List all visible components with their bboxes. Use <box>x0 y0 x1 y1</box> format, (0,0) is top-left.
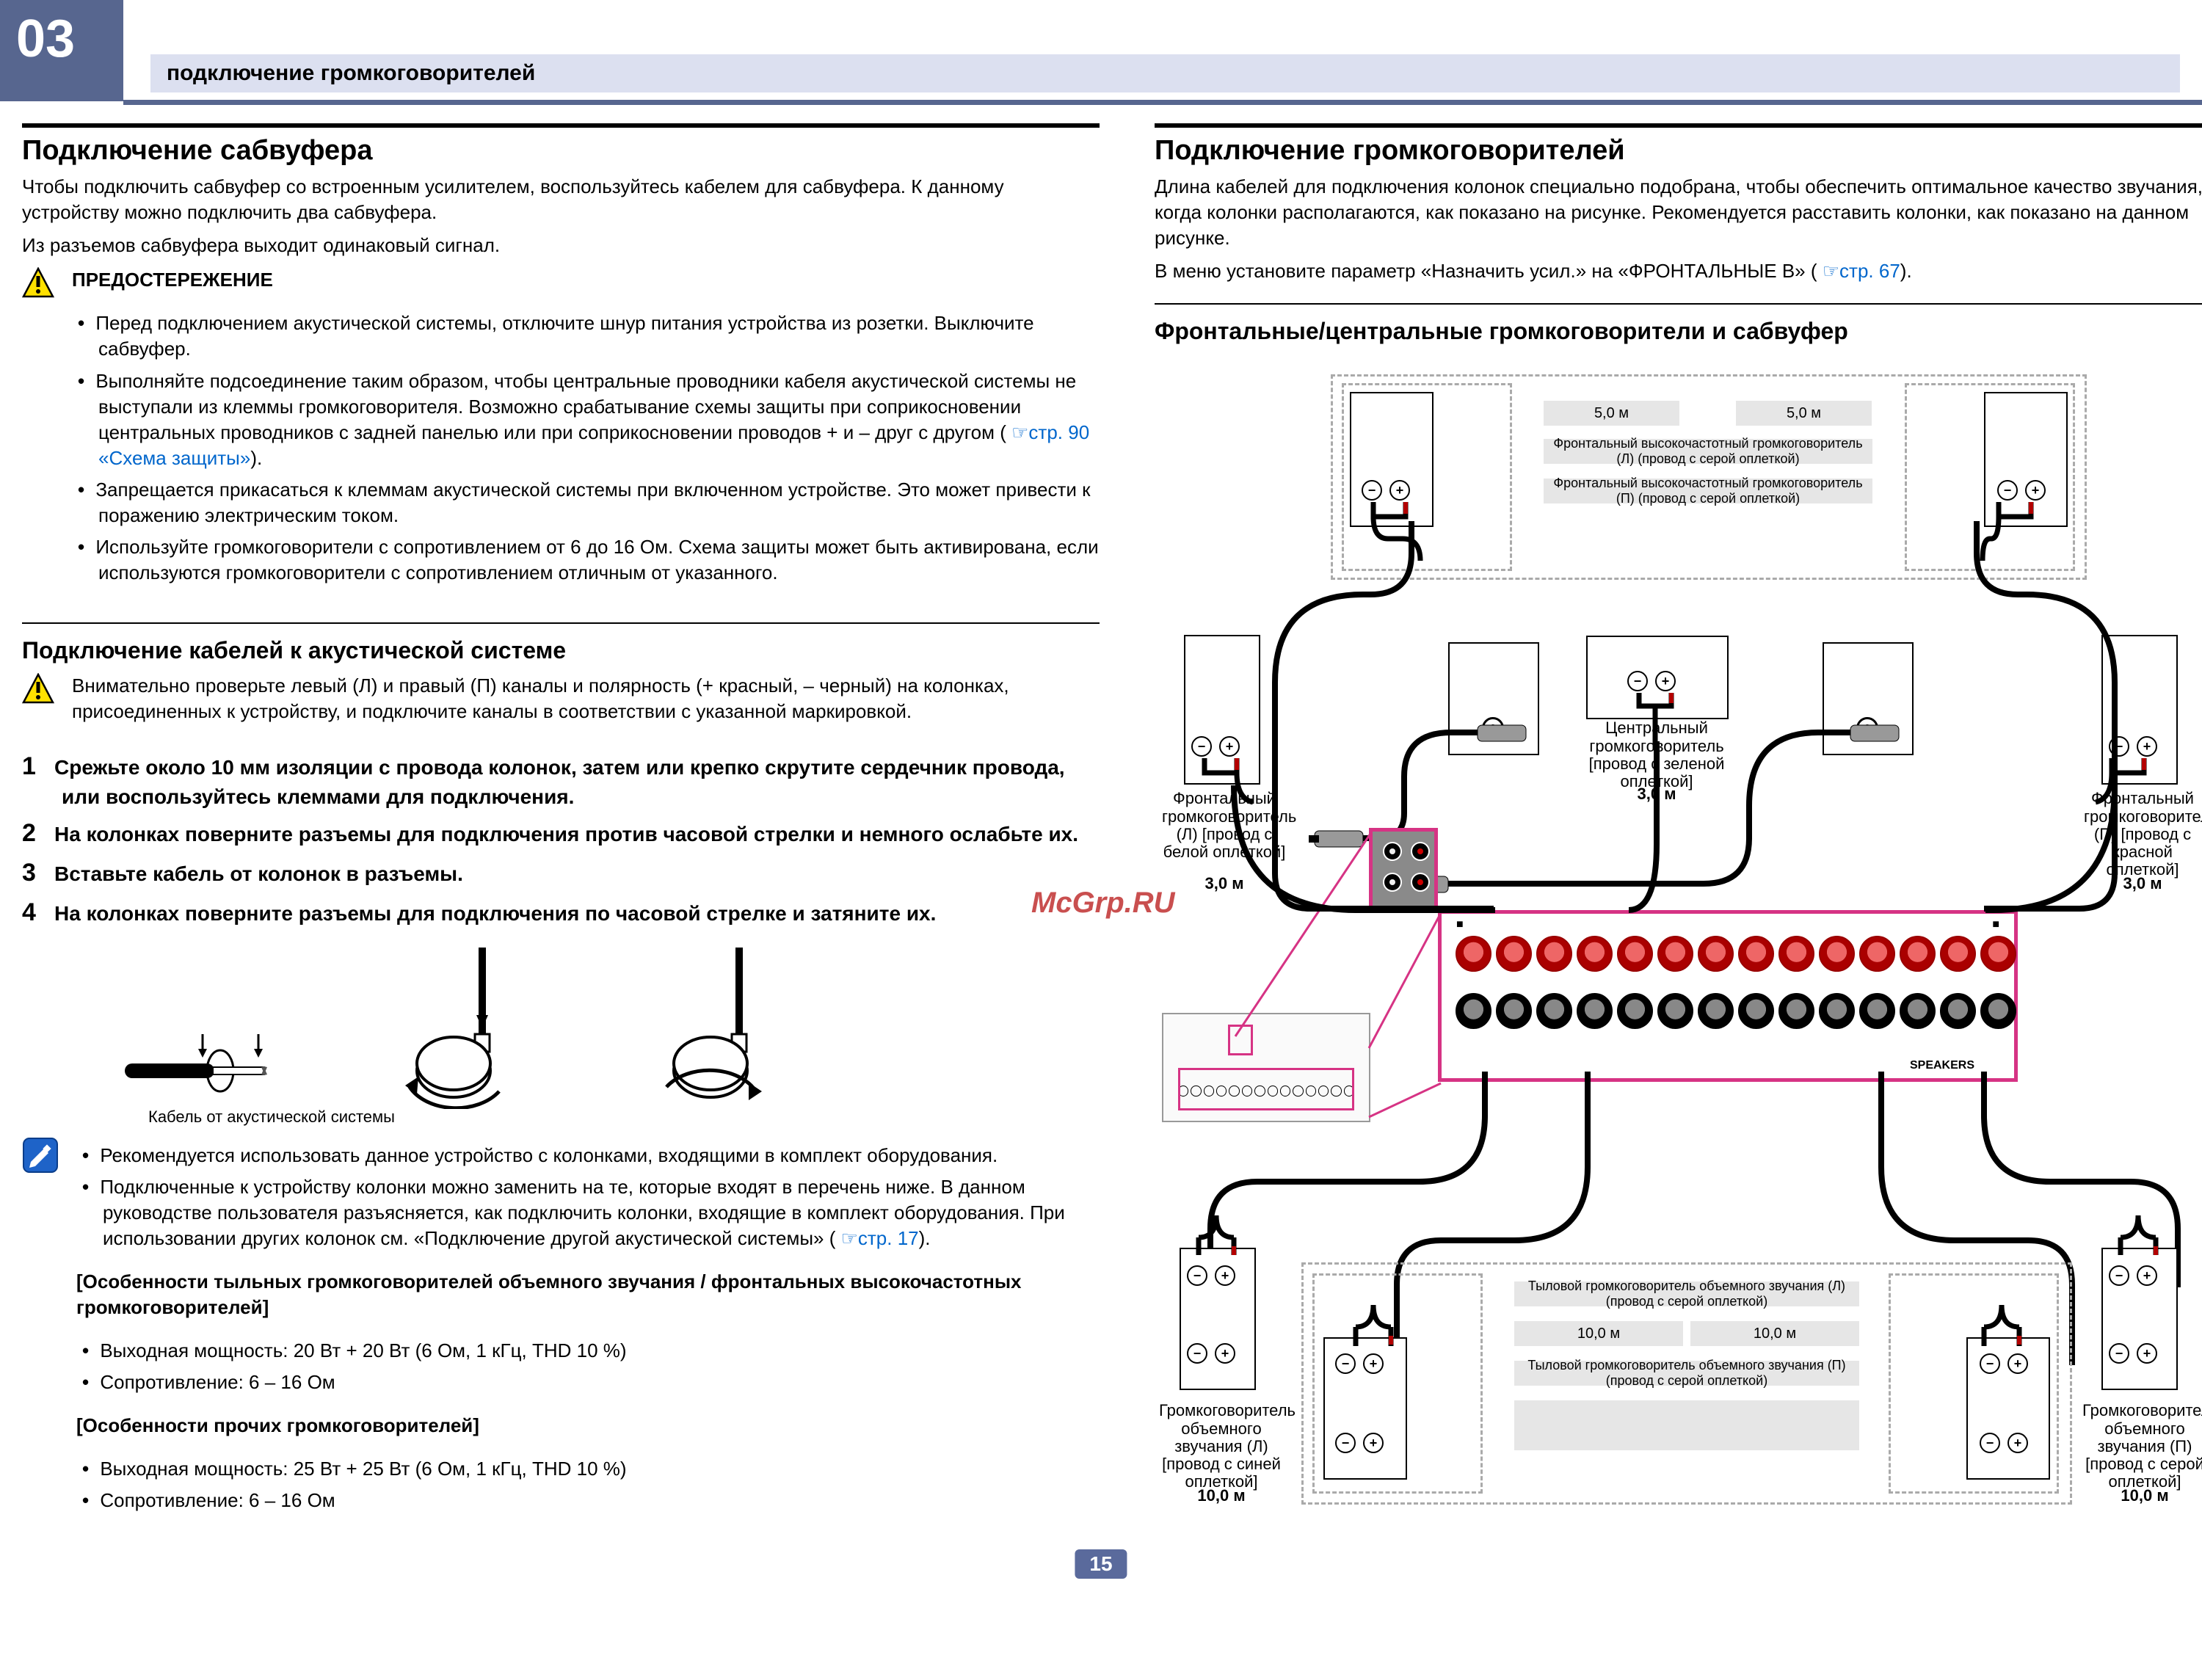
sbl-len: 10,0 м <box>1577 1326 1620 1342</box>
sl-len: 10,0 м <box>1197 1486 1245 1505</box>
speaker-sl <box>1180 1248 1268 1424</box>
setup-p1: Длина кабелей для подключения колонок сп… <box>1155 174 2202 251</box>
header-title: подключение громкоговорителей <box>167 61 535 86</box>
footer-page-number: 15 <box>1075 1549 1127 1579</box>
warning-icon <box>22 673 54 710</box>
label-band: 10,0 м <box>1514 1321 1683 1346</box>
step-text: На колонках поверните разъемы для подклю… <box>54 823 1078 846</box>
spec-bullet: Сопротивление: 6 – 16 Ом <box>103 1488 1100 1513</box>
steps-list: Срежьте около 10 мм изоляции с провода к… <box>22 750 1100 930</box>
warn-text: Выполняйте подсоединение таким образом, … <box>95 370 1076 443</box>
note-icon <box>22 1137 59 1179</box>
spec-bullet: Сопротивление: 6 – 16 Ом <box>103 1370 1100 1395</box>
fh-l-label: Фронтальный высокочастотный громкоговори… <box>1544 436 1872 467</box>
sl-label: Громкоговоритель объемного звучания (Л) … <box>1159 1401 1296 1491</box>
speakers-tag: SPEAKERS <box>1910 1059 1974 1072</box>
header-bar: подключение громкоговорителей <box>150 54 2180 92</box>
rule <box>22 622 1100 624</box>
cable-runs-top <box>1191 521 2175 939</box>
warn2-text: Внимательно проверьте левый (Л) и правый… <box>72 673 1100 724</box>
subwoofer-heading: Подключение сабвуфера <box>22 135 1100 167</box>
figure-tighten-terminal <box>653 948 793 1109</box>
page-link[interactable]: ☞стр. 67 <box>1823 260 1900 282</box>
figure-strip-wire <box>125 992 279 1109</box>
label-band: 5,0 м <box>1544 401 1679 426</box>
cables-heading: Подключение кабелей к акустической систе… <box>22 637 1100 664</box>
rule <box>1155 303 2202 305</box>
warn-tail: ). <box>250 447 262 469</box>
note-tail: ). <box>919 1227 931 1249</box>
fh-r-label: Фронтальный высокочастотный громкоговори… <box>1544 476 1872 506</box>
left-column: Подключение сабвуфера Чтобы подключить с… <box>22 123 1100 1541</box>
front-heading: Фронтальные/центральные громкоговорители… <box>1155 318 2202 345</box>
fh-l-len: 5,0 м <box>1594 405 1629 422</box>
fig-caption: Кабель от акустической системы <box>148 1106 1100 1128</box>
sr-len: 10,0 м <box>2121 1486 2168 1505</box>
step-4: На колонках поверните разъемы для подклю… <box>62 896 1100 930</box>
right-column: Подключение громкоговорителей Длина кабе… <box>1155 123 2202 1541</box>
speaker-sbl <box>1323 1306 1470 1483</box>
page-link[interactable]: ☞стр. 17 <box>841 1227 919 1249</box>
warning-title: ПРЕДОСТЕРЕЖЕНИЕ <box>72 267 1100 293</box>
step-1: Срежьте около 10 мм изоляции с провода к… <box>62 750 1100 812</box>
sbl-label: Тыловой громкоговоритель объемного звуча… <box>1514 1279 1859 1309</box>
rule <box>22 123 1100 128</box>
fh-r-len: 5,0 м <box>1787 405 1821 422</box>
label-band: 10,0 м <box>1690 1321 1859 1346</box>
setup-heading: Подключение громкоговорителей <box>1155 135 2202 167</box>
step-2: На колонках поверните разъемы для подклю… <box>62 817 1100 851</box>
page-header: 03 подключение громкоговорителей <box>0 0 2202 101</box>
sbr-label: Тыловой громкоговоритель объемного звуча… <box>1514 1358 1859 1389</box>
step-text: Вставьте кабель от колонок в разъемы. <box>54 862 463 885</box>
subwoofer-p2: Из разъемов сабвуфера выходит одинаковый… <box>22 233 1100 258</box>
spec-bullet: Выходная мощность: 20 Вт + 20 Вт (6 Ом, … <box>103 1338 1100 1364</box>
sr-label: Громкоговоритель объемного звучания (П) … <box>2082 1401 2202 1491</box>
rule <box>1155 123 2202 128</box>
wiring-diagram: 5,0 м 5,0 м Фронтальный высокочастотный … <box>1147 352 2202 1508</box>
warning-block-1: ПРЕДОСТЕРЕЖЕНИЕ Перед подключением акуст… <box>22 267 1100 603</box>
setup-p2-tail: ). <box>1900 260 1912 282</box>
warning-block-2: Внимательно проверьте левый (Л) и правый… <box>22 673 1100 732</box>
step-text: Срежьте около 10 мм изоляции с провода к… <box>54 756 1065 809</box>
label-band: 5,0 м <box>1736 401 1872 426</box>
warn-bullet: Выполняйте подсоединение таким образом, … <box>98 368 1100 471</box>
mini-figures <box>22 948 1100 1109</box>
note-subhead: [Особенности тыльных громкоговорителей о… <box>76 1269 1100 1320</box>
warn-bullet: Запрещается прикасаться к клеммам акусти… <box>98 477 1100 528</box>
page-number-box: 03 <box>16 9 75 69</box>
note-subhead2: [Особенности прочих громкоговорителей] <box>76 1413 1100 1439</box>
label-band: Фронтальный высокочастотный громкоговори… <box>1544 439 1872 464</box>
note-bullet: Рекомендуется использовать данное устрой… <box>103 1143 1100 1168</box>
label-band <box>1514 1400 1859 1450</box>
page-body: Подключение сабвуфера Чтобы подключить с… <box>0 101 2202 1585</box>
setup-p2: В меню установите параметр «Назначить ус… <box>1155 258 2202 284</box>
warn-bullet: Перед подключением акустической системы,… <box>98 310 1100 362</box>
warn-bullet: Используйте громкоговорители с сопротивл… <box>98 534 1100 586</box>
step-3: Вставьте кабель от колонок в разъемы. <box>62 857 1100 890</box>
setup-p2-pre: В меню установите параметр «Назначить ус… <box>1155 260 1817 282</box>
speaker-sbr <box>1903 1306 2050 1483</box>
label-band: Тыловой громкоговоритель объемного звуча… <box>1514 1361 1859 1386</box>
label-band: Тыловой громкоговоритель объемного звуча… <box>1514 1281 1859 1306</box>
note-block: Рекомендуется использовать данное устрой… <box>22 1137 1100 1532</box>
spec-bullet: Выходная мощность: 25 Вт + 25 Вт (6 Ом, … <box>103 1456 1100 1482</box>
sbr-len: 10,0 м <box>1754 1326 1796 1342</box>
speaker-sr <box>2101 1248 2190 1424</box>
warning-icon <box>22 267 54 305</box>
figure-loosen-terminal <box>396 948 536 1109</box>
label-band: Фронтальный высокочастотный громкоговори… <box>1544 479 1872 503</box>
step-text: На колонках поверните разъемы для подклю… <box>54 902 936 925</box>
note-bullet: Подключенные к устройству колонки можно … <box>103 1174 1100 1251</box>
subwoofer-p1: Чтобы подключить сабвуфер со встроенным … <box>22 174 1100 225</box>
